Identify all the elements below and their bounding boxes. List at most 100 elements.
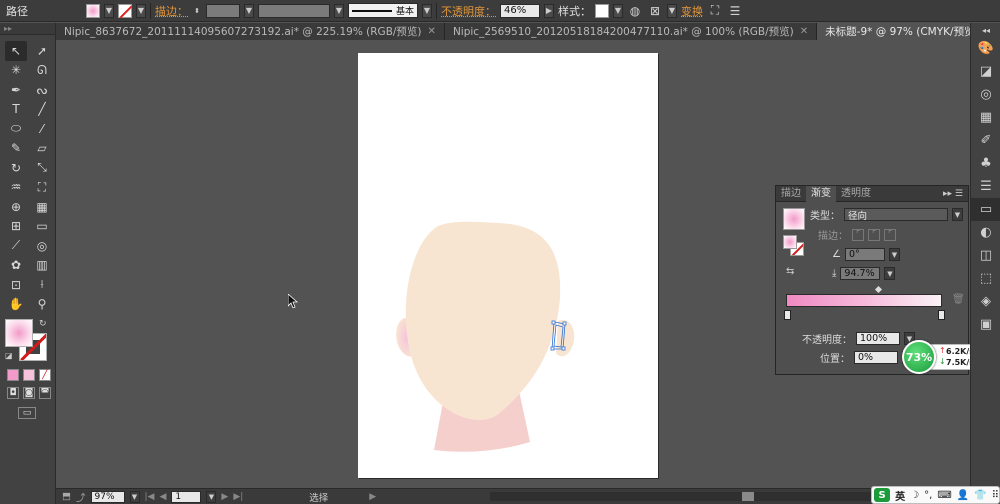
angle-field[interactable]: 0° (844, 248, 885, 261)
column-graph-tool[interactable]: ▥ (31, 256, 53, 276)
ime-menu-icon[interactable]: ⠿ (992, 490, 999, 501)
gradient-stop-start[interactable] (784, 310, 791, 320)
hand-tool[interactable]: ✋ (5, 295, 27, 315)
color-panel-icon[interactable]: 🎨 (971, 37, 1000, 60)
swap-fill-stroke-icon[interactable]: ↻ (39, 319, 47, 329)
stroke-panel-icon[interactable]: ☰ (971, 175, 1000, 198)
gradient-midpoint-diamond[interactable] (874, 285, 883, 294)
variable-width-profile[interactable] (258, 3, 330, 18)
profile-dropdown[interactable]: ▼ (334, 3, 344, 18)
brushes-icon[interactable]: ✐ (971, 129, 1000, 152)
selection-tool[interactable]: ↖ (5, 41, 27, 61)
gradient-thumbnail[interactable] (783, 208, 805, 230)
draw-normal-icon[interactable]: ◘ (7, 387, 19, 399)
default-fill-stroke-icon[interactable]: ◪ (5, 351, 13, 360)
curvature-tool[interactable]: ᔓ (31, 80, 53, 100)
stop-opacity-field[interactable]: 100% (856, 332, 900, 345)
close-icon[interactable]: ✕ (428, 26, 436, 37)
recolor-artwork-icon[interactable]: ◍ (627, 3, 643, 19)
swatches-icon[interactable]: ▦ (971, 106, 1000, 129)
free-transform-tool[interactable]: ⛶ (31, 178, 53, 198)
gradient-type-dropdown[interactable]: ▼ (952, 208, 963, 221)
pencil-tool[interactable]: ✎ (5, 139, 27, 159)
document-tab-1[interactable]: Nipic_8637672_20111114095607273192.ai* @… (56, 23, 445, 40)
color-themes-icon[interactable]: ◎ (971, 83, 1000, 106)
artboard-tool[interactable]: ⊡ (5, 275, 27, 295)
gradient-panel-icon[interactable]: ▭ (971, 198, 1000, 221)
tab-stroke[interactable]: 描边 (776, 186, 806, 202)
ime-punctuation-icon[interactable]: °, (924, 490, 932, 501)
gradient-type-select[interactable]: 径向 (844, 208, 948, 222)
fill-dropdown[interactable]: ▼ (104, 3, 114, 18)
transparency-panel-icon[interactable]: ◐ (971, 221, 1000, 244)
ime-logo[interactable]: S (874, 488, 891, 502)
stop-location-field[interactable]: 0% (854, 351, 898, 364)
stroke-dropdown[interactable]: ▼ (136, 3, 146, 18)
memory-percent-ball[interactable]: 73% (902, 340, 936, 374)
gradient-tool[interactable]: ▭ (31, 217, 53, 237)
shape-builder-tool[interactable]: ⊕ (5, 197, 27, 217)
gradient-slider-bar[interactable] (786, 294, 942, 307)
pen-tool[interactable]: ✒ (5, 80, 27, 100)
layers-panel-icon[interactable]: ◈ (971, 290, 1000, 313)
ellipse-tool[interactable]: ⬭ (5, 119, 27, 139)
style-dropdown[interactable]: ▼ (613, 3, 623, 18)
horizontal-scroll-thumb[interactable] (742, 492, 754, 501)
eraser-tool[interactable]: ▱ (31, 139, 53, 159)
panel-menu-icon[interactable]: ▸▸ ☰ (943, 189, 968, 199)
artboard[interactable] (358, 53, 658, 478)
tab-transparency[interactable]: 透明度 (836, 186, 876, 202)
draw-inside-icon[interactable]: ◚ (39, 387, 51, 399)
fill-color-box[interactable] (5, 319, 33, 347)
ime-toolbar[interactable]: S 英 ☽ °, ⌨ 👤 👕 ⠿ (871, 486, 1000, 504)
draw-behind-icon[interactable]: ◙ (23, 387, 35, 399)
face-shape[interactable] (405, 221, 561, 421)
aspect-ratio-field[interactable]: 94.7% (840, 267, 881, 280)
delete-stop-icon[interactable]: 🗑 (952, 294, 965, 305)
tab-gradient[interactable]: 渐变 (806, 185, 836, 202)
slice-tool[interactable]: ⟊ (31, 275, 53, 295)
graphic-styles-icon[interactable]: ⬚ (971, 267, 1000, 290)
opacity-dropdown[interactable]: ▶ (544, 3, 554, 18)
fill-swatch[interactable] (86, 3, 100, 18)
gradient-mode-icon[interactable] (23, 369, 35, 381)
color-guide-icon[interactable]: ◪ (971, 60, 1000, 83)
symbols-icon[interactable]: ♣ (971, 152, 1000, 175)
opacity-label[interactable]: 不透明度： (441, 3, 496, 19)
stroke-across-icon[interactable]: ⌜ (884, 228, 896, 241)
angle-dropdown[interactable]: ▼ (888, 248, 900, 261)
stroke-weight-dropdown[interactable]: ▼ (244, 3, 254, 18)
direct-selection-tool[interactable]: ➚ (31, 41, 53, 61)
paintbrush-tool[interactable]: ⁄ (31, 119, 53, 139)
ime-skin-icon[interactable]: 👕 (974, 490, 986, 501)
stroke-label[interactable]: 描边： (155, 3, 188, 19)
stroke-weight-field[interactable] (206, 3, 240, 18)
rotate-tool[interactable]: ↻ (5, 158, 27, 178)
stroke-swatch[interactable] (118, 3, 132, 18)
artboards-panel-icon[interactable]: ▣ (971, 313, 1000, 336)
close-icon[interactable]: ✕ (800, 26, 808, 37)
symbol-sprayer-tool[interactable]: ✿ (5, 256, 27, 276)
align-options-icon[interactable]: ⊠ (647, 3, 663, 19)
next-artboard-icon[interactable]: ▶ (221, 492, 228, 502)
stroke-along-icon[interactable]: ⌜ (868, 228, 880, 241)
ime-moon-icon[interactable]: ☽ (910, 490, 919, 501)
none-mode-icon[interactable]: ╱ (39, 369, 51, 381)
line-tool[interactable]: ╱ (31, 100, 53, 120)
stroke-within-icon[interactable]: ⌜ (852, 228, 864, 241)
prev-artboard-icon[interactable]: ◀ (159, 492, 166, 502)
status-export-icon[interactable]: ⤴ (76, 490, 86, 504)
gradient-stop-end[interactable] (938, 310, 945, 320)
reverse-gradient-icon[interactable]: ⇆ (786, 266, 794, 277)
screen-mode-icon[interactable]: ▭ (18, 407, 36, 419)
brush-dropdown[interactable]: ▼ (422, 3, 432, 18)
transform-link[interactable]: 变换 (681, 3, 703, 19)
brush-definition-field[interactable]: 基本 (348, 3, 418, 18)
warp-tool[interactable]: ♒ (5, 178, 27, 198)
color-mode-icon[interactable] (7, 369, 19, 381)
eyedropper-tool[interactable]: ⟋ (5, 236, 27, 256)
artboard-number-field[interactable]: 1 (171, 490, 202, 503)
first-artboard-icon[interactable]: |◀ (145, 492, 155, 502)
lasso-tool[interactable]: ᘏ (31, 61, 53, 81)
horizontal-scrollbar[interactable] (490, 492, 920, 501)
